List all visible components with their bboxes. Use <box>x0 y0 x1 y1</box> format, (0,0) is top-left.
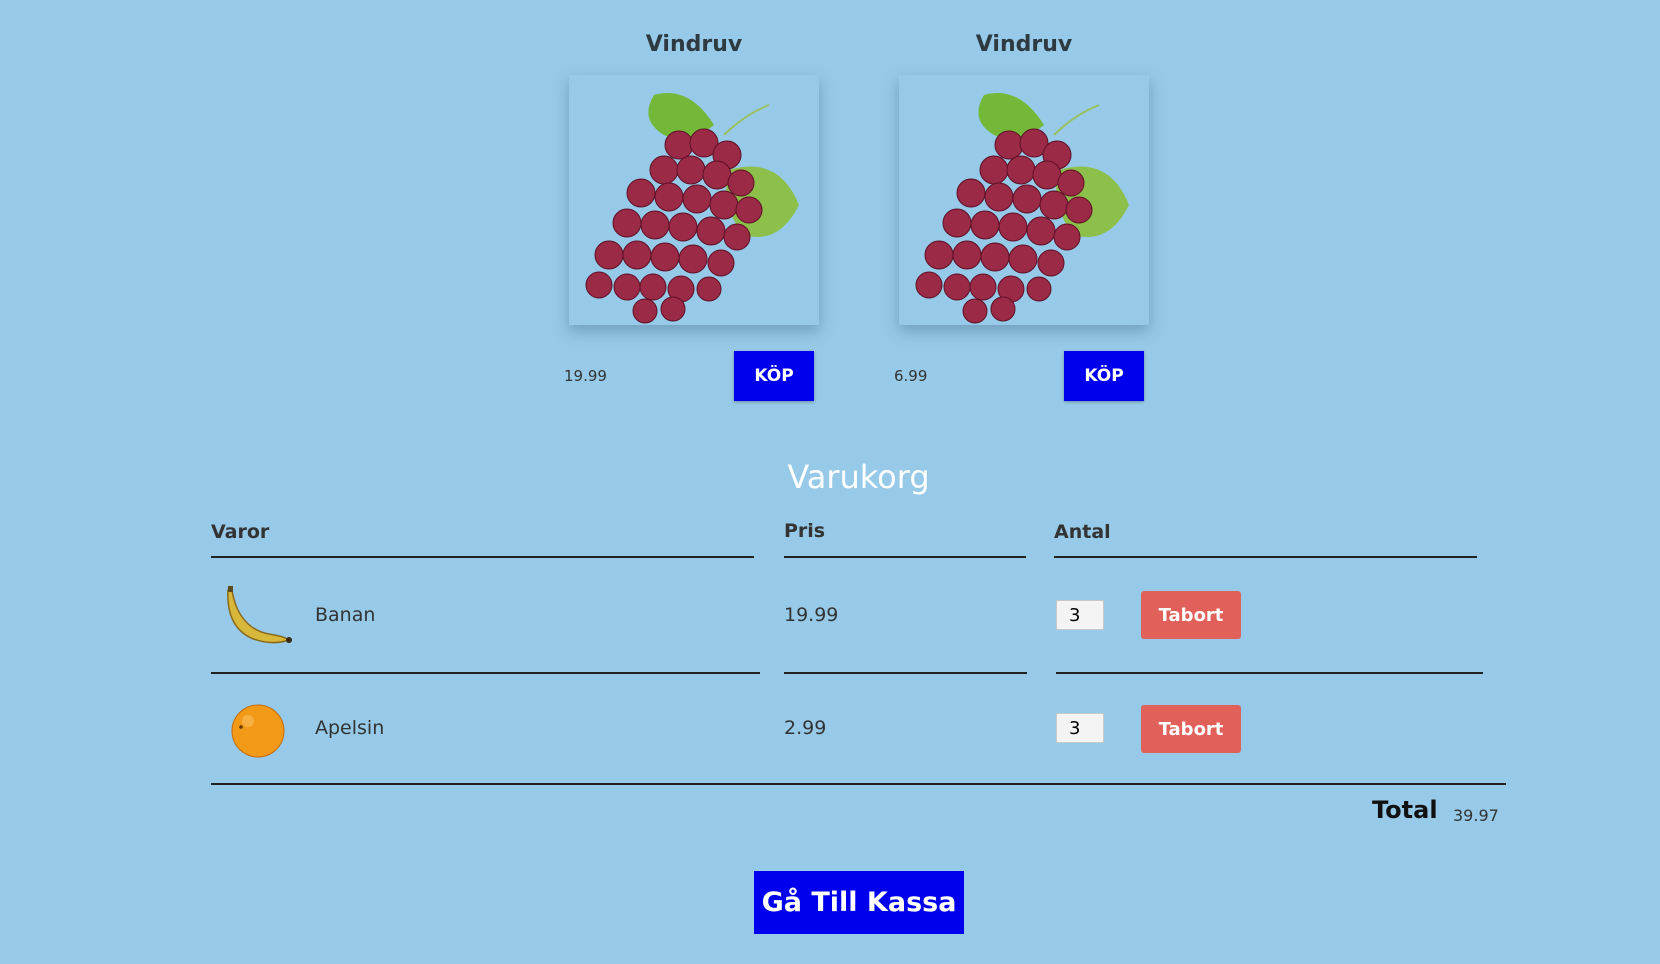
quantity-input[interactable] <box>1056 600 1104 630</box>
cart-title: Varukorg <box>787 458 930 496</box>
product-price: 6.99 <box>894 367 928 385</box>
column-header-items: Varor <box>211 521 270 543</box>
remove-button[interactable]: Tabort <box>1141 591 1241 639</box>
product-card: Vindruv 6.99 KÖP <box>894 0 1149 401</box>
column-header-qty: Antal <box>1054 521 1111 543</box>
cart-item-price: 2.99 <box>784 717 827 739</box>
grapes-icon <box>585 93 799 324</box>
grapes-icon <box>915 93 1129 324</box>
product-image <box>899 75 1149 325</box>
quantity-input[interactable] <box>1056 713 1104 743</box>
cart-item-name: Banan <box>315 604 376 626</box>
remove-button[interactable]: Tabort <box>1141 705 1241 753</box>
cart-item-price: 19.99 <box>784 604 839 626</box>
total-value: 39.97 <box>1453 806 1499 825</box>
header-divider <box>211 556 754 558</box>
cart-item-name: Apelsin <box>315 717 385 739</box>
header-divider <box>1054 556 1477 558</box>
total-label: Total <box>1372 796 1438 824</box>
row-divider <box>211 672 760 674</box>
buy-button[interactable]: KÖP <box>1064 351 1144 401</box>
product-image <box>569 75 819 325</box>
header-divider <box>784 556 1026 558</box>
banana-icon <box>227 586 292 644</box>
price-row: 19.99 KÖP <box>564 351 819 401</box>
row-divider <box>784 672 1027 674</box>
price-row: 6.99 KÖP <box>894 351 1149 401</box>
checkout-button[interactable]: Gå Till Kassa <box>754 871 964 934</box>
row-divider <box>1056 672 1483 674</box>
product-price: 19.99 <box>564 367 607 385</box>
product-name: Vindruv <box>975 32 1073 57</box>
column-header-price: Pris <box>784 520 826 542</box>
orange-icon <box>231 704 285 758</box>
product-card: Vindruv 19.99 KÖP <box>564 0 819 401</box>
buy-button[interactable]: KÖP <box>734 351 814 401</box>
table-bottom-divider <box>211 783 1506 785</box>
product-name: Vindruv <box>645 32 743 57</box>
